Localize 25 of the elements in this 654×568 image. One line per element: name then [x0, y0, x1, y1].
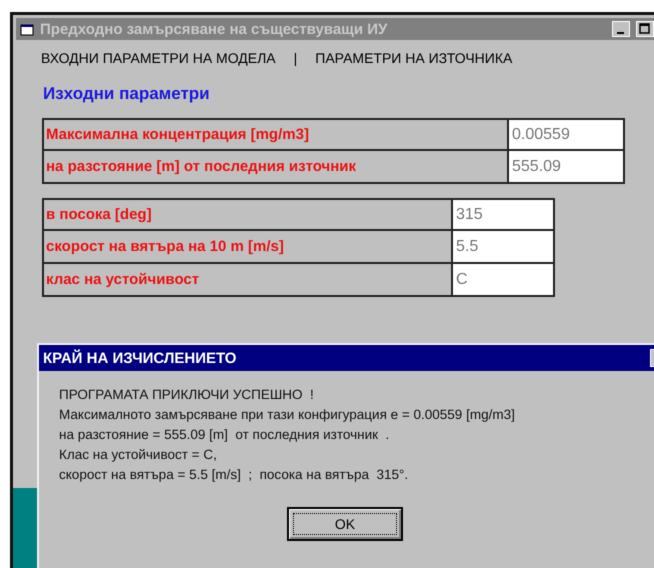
dialog-title: КРАЙ НА ИЗЧИСЛЕНИЕТО	[43, 350, 238, 366]
window-title: Предходно замърсяване на съществуващи ИУ	[40, 20, 388, 38]
parameter-label: скорост на вятъра на 10 m [m/s]	[42, 231, 453, 264]
maximize-button[interactable]	[636, 21, 654, 37]
ok-button[interactable]: OK	[287, 507, 403, 541]
window-icon	[20, 22, 34, 36]
value-field[interactable]: C	[453, 264, 555, 297]
message-text: скорост на вятъра = 5.5 [m/s] ; посока на вятъра 315°.	[59, 466, 410, 484]
value-field[interactable]: 5.5	[453, 231, 555, 264]
section-heading: Изходни параметри	[42, 83, 211, 104]
message-text: на разстояние = 555.09 [m] от последния източник .	[59, 426, 390, 444]
menu-separator: |	[294, 50, 298, 66]
parameter-label: клас на устойчивост	[42, 264, 453, 297]
menu-item[interactable]: ПАРАМЕТРИ НА ИЗТОЧНИКА	[315, 50, 512, 66]
value-field[interactable]: 555.09	[509, 151, 625, 184]
minimize-button[interactable]	[612, 21, 630, 37]
message-text: ПРОГРАМАТА ПРИКЛЮЧИ УСПЕШНО !	[59, 386, 315, 404]
parameter-label: на разстояние [m] от последния източник	[42, 151, 509, 184]
message-text: Максималното замърсяване при тази конфигурация е = 0.00559 [mg/m3]	[59, 406, 516, 424]
value-field[interactable]: 0.00559	[509, 118, 625, 151]
value-field[interactable]: 315	[453, 198, 555, 231]
parameter-label: в посока [deg]	[42, 198, 453, 231]
menu-item[interactable]: ВХОДНИ ПАРАМЕТРИ НА МОДЕЛА	[41, 50, 276, 66]
message-text: Клас на устойчивост = C,	[59, 446, 218, 464]
parameter-label: Максимална концентрация [mg/m3]	[42, 118, 509, 151]
